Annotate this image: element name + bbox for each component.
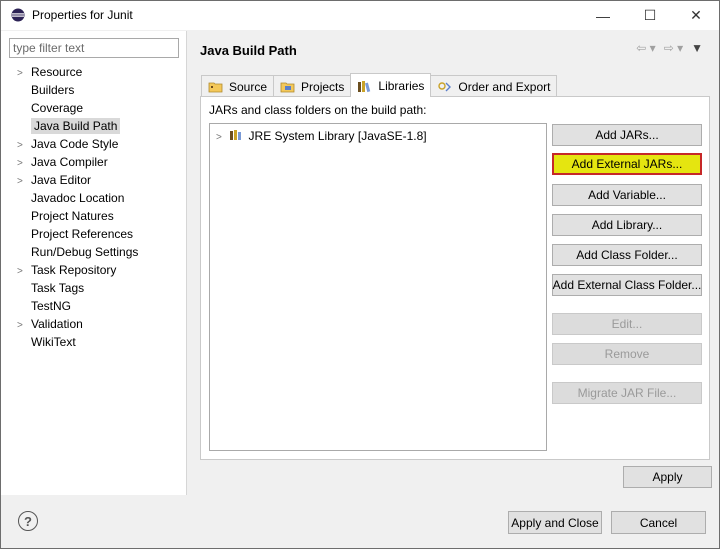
apply-button[interactable]: Apply (623, 466, 712, 488)
edit-label: Edit... (611, 317, 643, 331)
maximize-button[interactable]: ☐ (627, 1, 673, 30)
tree-item-label: Task Repository (31, 263, 117, 277)
tree-item-label: Java Compiler (31, 155, 108, 169)
chevron-right-icon[interactable]: > (216, 132, 222, 143)
tree-item[interactable]: > Java Code Style (17, 135, 121, 153)
help-glyph: ? (24, 513, 32, 529)
tab-source-label: Source (229, 79, 268, 94)
edit-button[interactable]: Edit... (552, 313, 702, 335)
tree-item-label: Run/Debug Settings (31, 245, 139, 259)
libraries-icon (358, 80, 371, 92)
tree-item-label: TestNG (31, 299, 72, 313)
cancel-label: Cancel (639, 515, 678, 530)
history-nav: ⇦ ▾ ⇨ ▾ ▼ (636, 41, 703, 55)
tree-item-label: WikiText (31, 335, 76, 349)
order-export-icon (438, 81, 452, 91)
add-library-button[interactable]: Add Library... (552, 214, 702, 236)
tree-item[interactable]: > Task Repository (17, 261, 119, 279)
build-path-list[interactable]: > JRE System Library [JavaSE-1.8] (209, 123, 547, 451)
add-library-label: Add Library... (591, 218, 663, 232)
add-class-folder-label: Add Class Folder... (576, 248, 678, 262)
tree-item-label: Project Natures (31, 209, 114, 223)
apply-and-close-button[interactable]: Apply and Close (508, 511, 602, 534)
tree-item-label: Builders (31, 83, 75, 97)
tree-item-label: Resource (31, 65, 83, 79)
add-external-jars-label: Add External JARs... (571, 157, 683, 171)
forward-icon[interactable]: ⇨ ▾ (664, 41, 683, 55)
tree-item[interactable]: > Java Editor (17, 171, 94, 189)
tree-item-label: Java Build Path (31, 118, 121, 134)
filter-input[interactable] (9, 38, 179, 58)
close-button[interactable]: ✕ (673, 1, 719, 30)
cancel-button[interactable]: Cancel (611, 511, 706, 534)
tree-item[interactable]: > Resource (17, 63, 85, 81)
eclipse-icon (11, 8, 25, 22)
tree-item[interactable]: > Java Compiler (17, 153, 111, 171)
add-variable-label: Add Variable... (588, 188, 666, 202)
tree-item[interactable]: Run/Debug Settings (17, 243, 141, 261)
add-external-jars-button[interactable]: Add External JARs... (552, 153, 702, 175)
title-bar: Properties for Junit — ☐ ✕ (1, 1, 719, 30)
jre-library-icon (230, 130, 242, 140)
minimize-icon: — (596, 7, 610, 24)
tab-order-export[interactable]: Order and Export (430, 75, 558, 97)
tree-item-label: Task Tags (31, 281, 85, 295)
jre-library-label: JRE System Library [JavaSE-1.8] (248, 129, 427, 143)
tab-projects[interactable]: Projects (273, 75, 352, 97)
tree-item-label: Validation (31, 317, 83, 331)
back-icon[interactable]: ⇦ ▾ (636, 41, 655, 55)
list-item[interactable]: > JRE System Library [JavaSE-1.8] (216, 128, 427, 144)
tree-item[interactable]: Project References (17, 225, 136, 243)
add-external-class-folder-button[interactable]: Add External Class Folder... (552, 274, 702, 296)
projects-folder-icon (280, 82, 295, 92)
apply-and-close-label: Apply and Close (511, 515, 599, 530)
add-variable-button[interactable]: Add Variable... (552, 184, 702, 206)
add-jars-label: Add JARs... (595, 128, 659, 142)
tree-item[interactable]: Project Natures (17, 207, 117, 225)
properties-dialog: Properties for Junit — ☐ ✕ >ResourceBuil… (0, 0, 720, 549)
page-title: Java Build Path (200, 43, 297, 58)
close-icon: ✕ (690, 7, 702, 23)
window-title: Properties for Junit (32, 8, 133, 22)
tab-libraries[interactable]: Libraries (350, 73, 432, 97)
tree-item[interactable]: Builders (17, 81, 77, 99)
tab-projects-label: Projects (301, 79, 345, 94)
tab-order-export-label: Order and Export (458, 79, 551, 94)
remove-label: Remove (604, 347, 650, 361)
add-jars-button[interactable]: Add JARs... (552, 124, 702, 146)
add-external-class-folder-label: Add External Class Folder... (552, 278, 702, 292)
tab-source[interactable]: Source (201, 75, 275, 97)
migrate-jar-label: Migrate JAR File... (577, 386, 677, 400)
source-folder-icon (208, 82, 223, 92)
tree-item[interactable]: > Validation (17, 315, 86, 333)
view-menu-icon[interactable]: ▼ (691, 41, 703, 55)
category-pane: >Resource Builders Coverage Java Build Path… (1, 31, 187, 495)
tab-libraries-label: Libraries (378, 78, 425, 93)
build-path-label: JARs and class folders on the build path… (209, 103, 427, 117)
tree-item[interactable]: TestNG (17, 297, 74, 315)
tree-item-label: Java Editor (31, 173, 92, 187)
tree-item[interactable]: Javadoc Location (17, 189, 127, 207)
remove-button[interactable]: Remove (552, 343, 702, 365)
add-class-folder-button[interactable]: Add Class Folder... (552, 244, 702, 266)
tree-item[interactable]: Java Build Path (17, 117, 121, 135)
minimize-button[interactable]: — (580, 1, 626, 30)
tree-item-label: Project References (31, 227, 134, 241)
libraries-panel: JARs and class folders on the build path… (200, 96, 710, 460)
tree-item[interactable]: Coverage (17, 99, 86, 117)
tree-item[interactable]: WikiText (17, 333, 79, 351)
migrate-jar-button[interactable]: Migrate JAR File... (552, 382, 702, 404)
tree-item[interactable]: Task Tags (17, 279, 87, 297)
apply-label: Apply (652, 470, 683, 484)
maximize-icon: ☐ (643, 7, 657, 23)
dialog-footer: ? Apply and Close Cancel (1, 495, 719, 548)
tab-bar: Source Projects Libraries Order and Expo… (201, 73, 558, 97)
tree-item-label: Coverage (31, 101, 84, 115)
tree-item-label: Java Code Style (31, 137, 119, 151)
help-icon[interactable]: ? (18, 511, 38, 531)
tree-item-label: Javadoc Location (31, 191, 125, 205)
